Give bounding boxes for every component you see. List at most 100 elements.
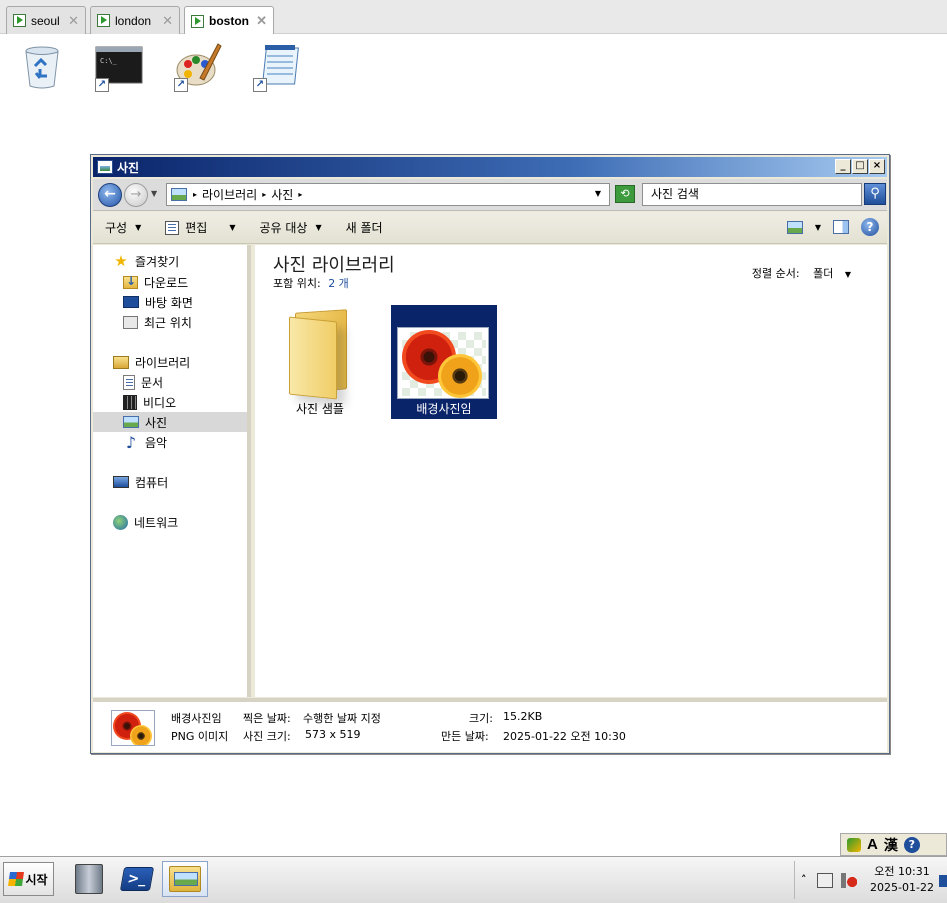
breadcrumb-chevron-icon[interactable]: ▸ [193,190,197,199]
hanja-convert-button[interactable]: 漢 [884,835,898,855]
view-options-dropdown-icon[interactable]: ▼ [815,223,821,232]
shortcut-arrow-icon: ↗ [95,78,109,92]
breadcrumb-chevron-icon[interactable]: ▸ [298,190,302,199]
breadcrumb-pictures[interactable]: 사진 [271,186,293,203]
organize-label: 구성 [105,221,128,235]
includes-locations-link[interactable]: 2 개 [328,277,349,290]
nav-label: 최근 위치 [144,315,192,330]
minimize-button[interactable]: _ [835,159,851,174]
search-icon[interactable]: ⚲ [864,183,886,205]
computer-icon [113,476,129,488]
edit-button[interactable]: 편집 ▼ [153,219,247,236]
nav-documents[interactable]: 문서 [123,372,163,392]
details-size-value: 15.2KB [503,710,543,723]
recent-pages-dropdown-icon[interactable]: ▼ [151,189,157,198]
nav-pictures[interactable]: 사진 [93,412,247,432]
nav-favorites[interactable]: ★ 즐겨찾기 [113,251,179,271]
chevron-down-icon: ▼ [844,270,851,279]
breadcrumb-libraries[interactable]: 라이브러리 [202,186,257,203]
nav-label: 음악 [145,435,168,450]
command-prompt-icon[interactable]: C:\_ ↗ [95,42,145,92]
new-folder-label: 새 폴더 [345,221,383,235]
chevron-down-icon: ▼ [229,223,236,232]
back-button[interactable]: ← [98,183,122,207]
shortcut-arrow-icon: ↗ [253,78,267,92]
svg-text:C:\_: C:\_ [100,57,118,65]
remote-session-icon [97,14,110,27]
show-hidden-icons-icon[interactable]: ˄ [801,873,807,886]
remote-session-icon [191,14,204,28]
sort-value: 폴더 [813,267,834,280]
maximize-button[interactable]: □ [852,159,868,174]
recycle-bin-icon[interactable] [18,42,68,92]
taskbar-server-manager[interactable] [66,861,112,897]
network-status-icon[interactable] [817,873,833,888]
file-item-image[interactable]: 배경사진임 [391,305,497,419]
details-dimensions-value: 573 x 519 [305,728,361,741]
system-clock[interactable]: 오전 10:31 2025-01-22 [869,864,935,896]
details-created-value: 2025-01-22 오전 10:30 [503,730,626,743]
arrange-by-control[interactable]: 정렬 순서: 폴더 ▼ [752,265,851,281]
window-titlebar[interactable]: 사진 _ □ × [93,157,887,177]
details-date-taken-value[interactable]: 수행한 날짜 지정 [303,710,381,726]
start-button[interactable]: 시작 [3,862,54,896]
taskbar-explorer[interactable] [162,861,208,897]
close-button[interactable]: × [869,159,885,174]
input-method-icon[interactable] [847,837,861,852]
notification-area: ˄ 오전 10:31 2025-01-22 [794,861,947,899]
nav-recent-places[interactable]: 최근 위치 [123,312,192,332]
tab-seoul[interactable]: seoul ✕ [6,6,86,34]
nav-downloads[interactable]: 다운로드 [123,272,188,292]
details-thumbnail [111,710,155,746]
music-note-icon: ♪ [125,432,137,452]
close-tab-icon[interactable]: ✕ [256,13,267,29]
nav-network[interactable]: 네트워크 [113,512,178,532]
notepad-icon[interactable]: ↗ [253,42,303,92]
search-input[interactable]: 사진 검색 [642,183,862,206]
navigation-pane: ★ 즐겨찾기 다운로드 바탕 화면 최근 위치 라이브러리 문서 비디오 [93,245,251,697]
address-field[interactable]: ▸ 라이브러리 ▸ 사진 ▸ ▼ [166,183,610,206]
help-icon[interactable]: ? [861,218,879,236]
share-with-button[interactable]: 공유 대상 ▼ [248,219,334,236]
explorer-window: 사진 _ □ × ← → ▼ ▸ 라이브러리 ▸ 사진 ▸ ▼ ⟲ 사진 검색 … [90,154,890,754]
share-label: 공유 대상 [259,221,308,235]
includes-label: 포함 위치: [273,277,321,290]
library-includes: 포함 위치: 2 개 [273,275,349,291]
star-icon: ★ [114,252,128,270]
change-view-icon[interactable] [786,220,803,234]
tab-london[interactable]: london ✕ [90,6,180,34]
forward-button[interactable]: → [124,183,148,207]
show-desktop-button[interactable] [939,875,947,887]
help-icon[interactable]: ? [903,836,920,853]
nav-computer[interactable]: 컴퓨터 [113,472,168,492]
taskbar-powershell[interactable]: >_ [114,861,160,897]
nav-desktop[interactable]: 바탕 화면 [123,292,193,312]
videos-icon [123,394,137,410]
nav-label: 네트워크 [134,515,179,530]
taskbar: 시작 >_ ˄ 오전 10:31 2025-01-22 [0,856,947,903]
folder-icon [289,309,353,400]
details-file-name: 배경사진임 [171,712,222,725]
nav-libraries[interactable]: 라이브러리 [113,352,190,372]
breadcrumb-chevron-icon[interactable]: ▸ [262,190,266,199]
volume-muted-icon[interactable] [841,873,857,888]
recent-places-icon [123,315,138,329]
paint-icon[interactable]: ↗ [174,42,224,92]
address-history-dropdown-icon[interactable]: ▼ [595,189,601,198]
new-folder-button[interactable]: 새 폴더 [334,219,395,236]
input-mode-toggle[interactable]: A [867,836,878,853]
close-tab-icon[interactable]: ✕ [162,13,173,29]
details-created-label: 만든 날짜: [441,730,489,743]
refresh-button[interactable]: ⟲ [615,185,635,203]
nav-label: 즐겨찾기 [135,254,180,269]
nav-videos[interactable]: 비디오 [123,392,176,412]
desktop-icon [123,296,139,308]
sort-label: 정렬 순서: [751,267,800,280]
tab-boston[interactable]: boston ✕ [184,6,274,35]
nav-music[interactable]: ♪ 음악 [123,432,167,452]
preview-pane-icon[interactable] [833,220,849,234]
close-tab-icon[interactable]: ✕ [68,13,79,29]
nav-label: 바탕 화면 [145,295,193,310]
organize-button[interactable]: 구성 ▼ [93,219,153,236]
file-item-folder[interactable]: 사진 샘플 [267,305,373,419]
